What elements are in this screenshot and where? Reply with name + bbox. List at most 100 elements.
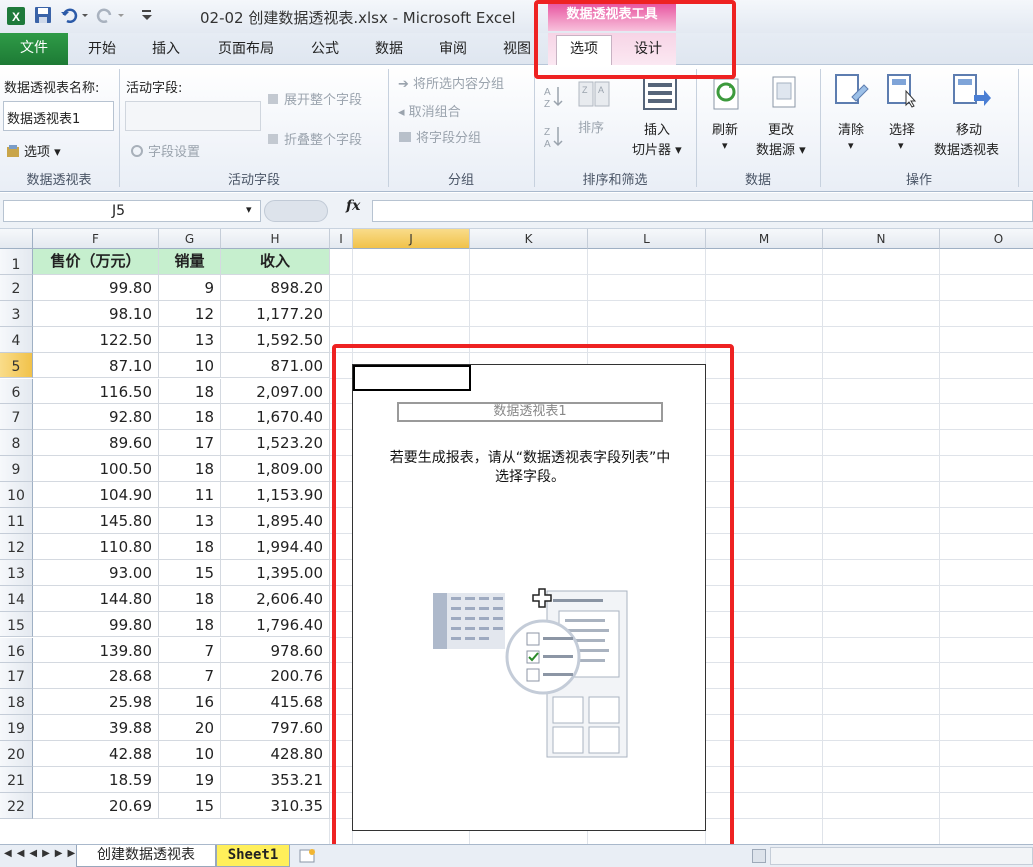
data-cell[interactable]: 18 [159, 611, 221, 638]
data-cell[interactable]: 12 [159, 300, 221, 327]
row-header-10[interactable]: 10 [0, 482, 33, 508]
sort-ascending-icon[interactable]: AZ [542, 83, 566, 111]
data-cell[interactable]: 18 [159, 456, 221, 483]
data-cell[interactable]: 1,177.20 [221, 300, 330, 327]
column-header-j[interactable]: J [353, 229, 470, 249]
header-cell[interactable]: 售价（万元） [33, 249, 159, 275]
row-header-19[interactable]: 19 [0, 715, 33, 742]
formula-bar-splitter[interactable] [264, 200, 328, 222]
row-header-11[interactable]: 11 [0, 508, 33, 534]
tab-page-layout[interactable]: 页面布局 [206, 37, 286, 65]
sheet-tab-active[interactable]: 创建数据透视表 [76, 845, 216, 867]
select-all-corner[interactable] [0, 229, 33, 249]
row-header-2[interactable]: 2 [0, 274, 33, 301]
change-source-label-2[interactable]: 数据源 ▾ [756, 139, 806, 158]
data-cell[interactable]: 415.68 [221, 689, 330, 716]
name-box[interactable]: J5 ▾ [3, 200, 261, 222]
tab-home[interactable]: 开始 [78, 37, 126, 65]
clear-dropdown-icon[interactable]: ▾ [848, 139, 854, 152]
column-header-o[interactable]: O [940, 229, 1033, 249]
row-header-20[interactable]: 20 [0, 741, 33, 767]
collapse-field-button[interactable]: 折叠整个字段 [266, 129, 362, 148]
sheet-tab-sheet1[interactable]: Sheet1 [216, 845, 290, 867]
data-cell[interactable]: 99.80 [33, 611, 159, 638]
data-cell[interactable]: 18 [159, 404, 221, 431]
insert-function-icon[interactable]: fx [346, 198, 360, 214]
column-header-h[interactable]: H [221, 229, 330, 249]
insert-slicer-label-2[interactable]: 切片器 ▾ [632, 139, 682, 158]
group-field-button[interactable]: 将字段分组 [398, 127, 481, 146]
field-settings-button[interactable]: 字段设置 [130, 141, 200, 160]
horizontal-scrollbar[interactable] [770, 847, 1033, 865]
data-cell[interactable]: 1,670.40 [221, 404, 330, 431]
data-cell[interactable]: 139.80 [33, 637, 159, 664]
data-cell[interactable]: 1,994.40 [221, 533, 330, 560]
row-header-1[interactable]: 1 [0, 249, 33, 275]
column-header-k[interactable]: K [470, 229, 588, 249]
column-header-l[interactable]: L [588, 229, 706, 249]
data-cell[interactable]: 7 [159, 637, 221, 664]
data-cell[interactable]: 7 [159, 663, 221, 690]
sort-descending-icon[interactable]: ZA [542, 123, 566, 151]
change-source-label-1[interactable]: 更改 [768, 119, 794, 138]
data-cell[interactable]: 310.35 [221, 792, 330, 819]
data-cell[interactable]: 1,895.40 [221, 508, 330, 534]
row-header-5[interactable]: 5 [0, 352, 33, 379]
insert-slicer-icon[interactable] [642, 75, 678, 111]
data-cell[interactable]: 144.80 [33, 585, 159, 612]
customize-toolbar-icon[interactable] [140, 6, 154, 26]
data-cell[interactable]: 18 [159, 533, 221, 560]
row-header-16[interactable]: 16 [0, 637, 33, 664]
data-cell[interactable]: 87.10 [33, 352, 159, 379]
row-header-4[interactable]: 4 [0, 326, 33, 353]
sheet-nav-arrows-icon[interactable]: ◀◀◀▶▶▶ [4, 848, 80, 859]
column-header-n[interactable]: N [823, 229, 940, 249]
data-cell[interactable]: 20 [159, 715, 221, 742]
options-button[interactable]: 选项 ▾ [6, 141, 61, 160]
insert-slicer-label-1[interactable]: 插入 [644, 119, 670, 138]
horizontal-splitter[interactable] [752, 849, 766, 863]
data-cell[interactable]: 42.88 [33, 741, 159, 767]
save-icon[interactable] [34, 6, 52, 26]
sort-dialog-icon[interactable]: ZA [578, 81, 610, 109]
data-cell[interactable]: 353.21 [221, 767, 330, 793]
ungroup-button[interactable]: ◂ 取消组合 [398, 101, 461, 120]
formula-input[interactable] [372, 200, 1033, 222]
refresh-dropdown-icon[interactable]: ▾ [722, 139, 728, 152]
row-header-22[interactable]: 22 [0, 792, 33, 819]
row-header-21[interactable]: 21 [0, 767, 33, 793]
tab-insert[interactable]: 插入 [140, 37, 192, 65]
select-label[interactable]: 选择 [889, 119, 915, 138]
data-cell[interactable]: 1,796.40 [221, 611, 330, 638]
tab-formulas[interactable]: 公式 [300, 37, 350, 65]
data-cell[interactable]: 2,606.40 [221, 585, 330, 612]
data-cell[interactable]: 10 [159, 741, 221, 767]
row-header-14[interactable]: 14 [0, 585, 33, 612]
refresh-icon[interactable] [712, 77, 742, 111]
data-cell[interactable]: 17 [159, 430, 221, 457]
data-cell[interactable]: 25.98 [33, 689, 159, 716]
data-cell[interactable]: 13 [159, 508, 221, 534]
row-header-15[interactable]: 15 [0, 611, 33, 638]
insert-sheet-icon[interactable] [298, 848, 318, 864]
row-header-8[interactable]: 8 [0, 430, 33, 457]
data-cell[interactable]: 15 [159, 559, 221, 586]
column-header-g[interactable]: G [159, 229, 221, 249]
data-cell[interactable]: 871.00 [221, 352, 330, 379]
row-header-18[interactable]: 18 [0, 689, 33, 716]
refresh-label[interactable]: 刷新 [712, 119, 738, 138]
data-cell[interactable]: 797.60 [221, 715, 330, 742]
data-cell[interactable]: 92.80 [33, 404, 159, 431]
sort-button-label[interactable]: 排序 [578, 117, 604, 136]
redo-icon[interactable] [96, 6, 132, 26]
data-cell[interactable]: 93.00 [33, 559, 159, 586]
data-cell[interactable]: 20.69 [33, 792, 159, 819]
data-cell[interactable]: 99.80 [33, 274, 159, 301]
row-header-9[interactable]: 9 [0, 456, 33, 483]
pivot-name-input[interactable]: 数据透视表1 [3, 101, 114, 131]
data-cell[interactable]: 11 [159, 482, 221, 508]
active-field-input[interactable] [125, 101, 261, 131]
data-cell[interactable]: 104.90 [33, 482, 159, 508]
row-header-6[interactable]: 6 [0, 378, 33, 405]
undo-icon[interactable] [60, 6, 90, 26]
